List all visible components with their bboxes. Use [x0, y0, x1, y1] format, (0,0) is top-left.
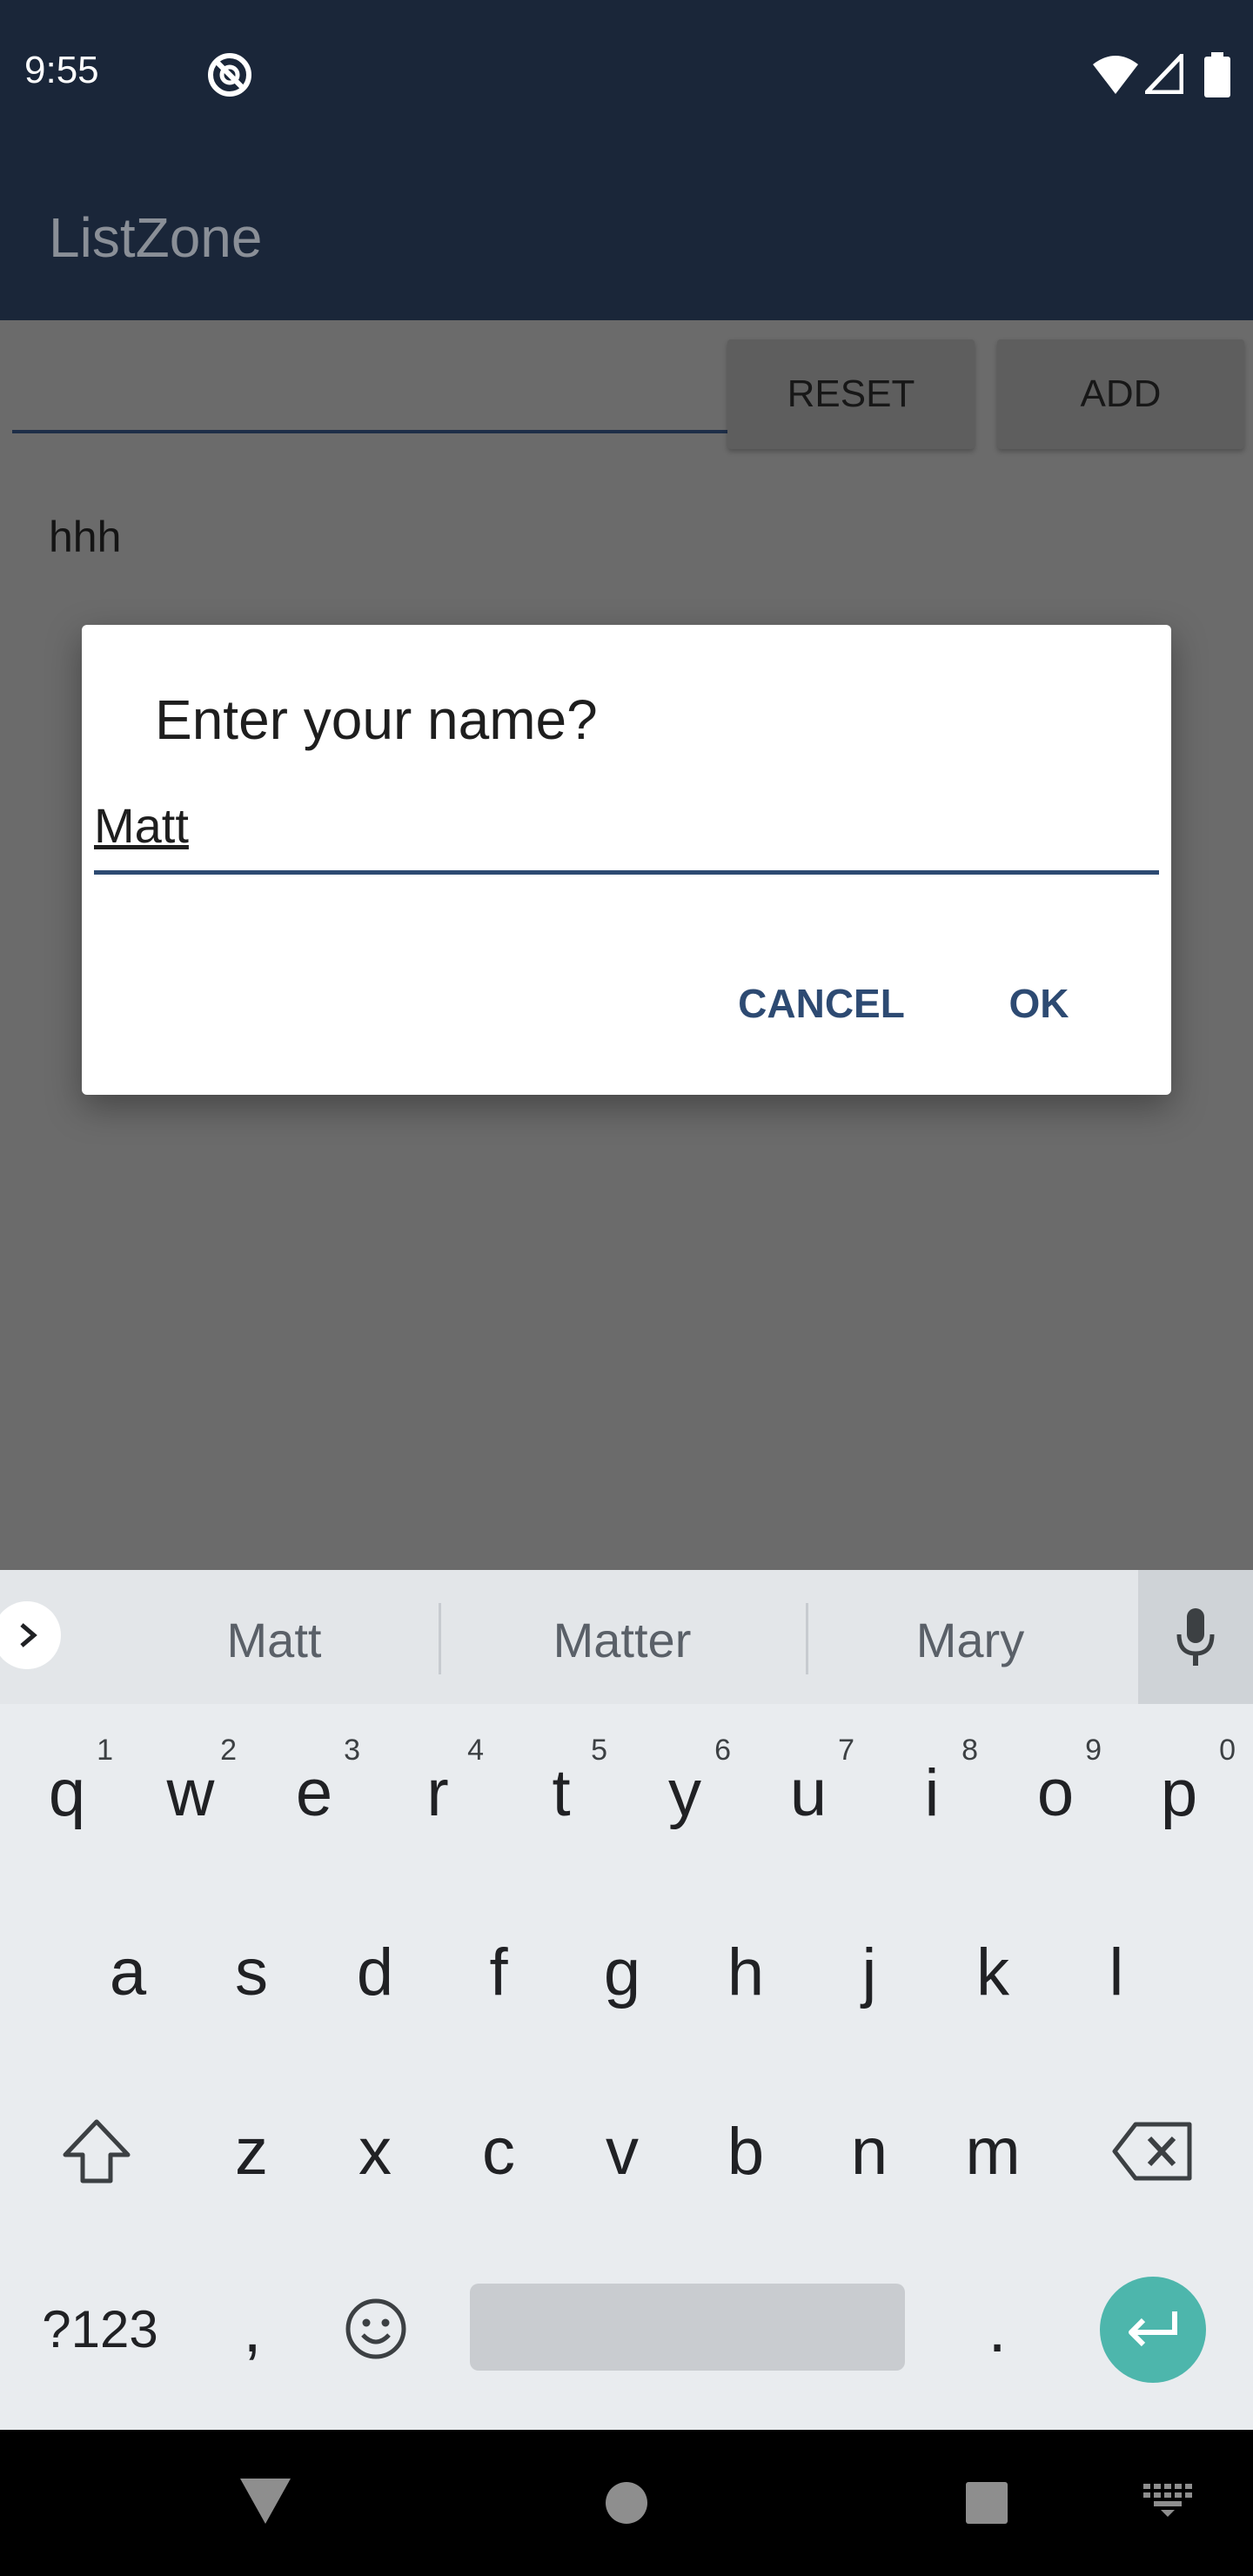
back-icon[interactable] — [238, 2477, 292, 2526]
status-time: 9:55 — [24, 49, 99, 91]
add-button[interactable]: ADD — [997, 339, 1244, 449]
key-r[interactable]: r4 — [376, 1723, 499, 1862]
key-d[interactable]: d — [313, 1902, 437, 2042]
emoji-icon — [345, 2298, 406, 2359]
backspace-key[interactable] — [1091, 2082, 1215, 2221]
shift-icon — [63, 2119, 131, 2184]
suggestion-divider — [439, 1603, 441, 1674]
item-input-underline — [12, 430, 729, 433]
key-y[interactable]: y6 — [623, 1723, 747, 1862]
do-not-disturb-icon — [208, 53, 251, 97]
keyboard-switch-icon[interactable] — [1142, 2482, 1194, 2517]
battery-icon — [1204, 52, 1230, 97]
key-a[interactable]: a — [66, 1902, 190, 2042]
key-k[interactable]: k — [931, 1902, 1055, 2042]
key-z[interactable]: z — [190, 2082, 313, 2221]
suggestion-item[interactable]: Mary — [861, 1605, 1079, 1674]
emoji-key[interactable] — [315, 2259, 437, 2398]
key-s[interactable]: s — [190, 1902, 313, 2042]
suggestion-item[interactable]: Matter — [505, 1605, 740, 1674]
comma-key[interactable]: , — [191, 2259, 313, 2398]
key-f[interactable]: f — [437, 1902, 560, 2042]
key-l[interactable]: l — [1055, 1902, 1178, 2042]
period-key[interactable]: . — [936, 2259, 1058, 2398]
key-c[interactable]: c — [437, 2082, 560, 2221]
enter-icon — [1129, 2311, 1177, 2347]
key-b[interactable]: b — [684, 2082, 807, 2221]
item-input[interactable] — [12, 357, 729, 426]
key-g[interactable]: g — [560, 1902, 684, 2042]
list-item[interactable]: hhh — [49, 512, 121, 562]
cancel-button[interactable]: CANCEL — [724, 964, 919, 1043]
key-o[interactable]: o9 — [994, 1723, 1117, 1862]
suggestion-item[interactable]: Matt — [165, 1605, 383, 1674]
key-m[interactable]: m — [931, 2082, 1055, 2221]
suggestion-divider — [806, 1603, 808, 1674]
key-n[interactable]: n — [807, 2082, 931, 2221]
name-input[interactable]: Matt — [94, 797, 189, 854]
key-t[interactable]: t5 — [499, 1723, 623, 1862]
reset-button[interactable]: RESET — [727, 339, 975, 449]
key-h[interactable]: h — [684, 1902, 807, 2042]
key-x[interactable]: x — [313, 2082, 437, 2221]
key-j[interactable]: j — [807, 1902, 931, 2042]
backspace-icon — [1112, 2122, 1192, 2181]
microphone-icon[interactable] — [1138, 1570, 1253, 1704]
key-e[interactable]: e3 — [252, 1723, 376, 1862]
home-icon[interactable] — [604, 2480, 649, 2526]
status-bar — [0, 0, 1253, 148]
key-v[interactable]: v — [560, 2082, 684, 2221]
space-key[interactable] — [470, 2284, 905, 2371]
wifi-icon — [1093, 56, 1138, 94]
recents-icon[interactable] — [964, 2480, 1009, 2526]
key-u[interactable]: u7 — [747, 1723, 870, 1862]
app-title: ListZone — [49, 206, 263, 269]
symbols-key[interactable]: ?123 — [17, 2259, 183, 2398]
shift-key[interactable] — [35, 2082, 158, 2221]
key-i[interactable]: i8 — [870, 1723, 994, 1862]
key-q[interactable]: q1 — [5, 1723, 129, 1862]
enter-key[interactable] — [1100, 2277, 1206, 2383]
name-input-underline — [94, 870, 1159, 875]
ok-button[interactable]: OK — [990, 964, 1088, 1043]
dialog-title: Enter your name? — [155, 688, 598, 751]
key-w[interactable]: w2 — [129, 1723, 252, 1862]
key-p[interactable]: p0 — [1117, 1723, 1241, 1862]
signal-icon — [1145, 54, 1183, 94]
